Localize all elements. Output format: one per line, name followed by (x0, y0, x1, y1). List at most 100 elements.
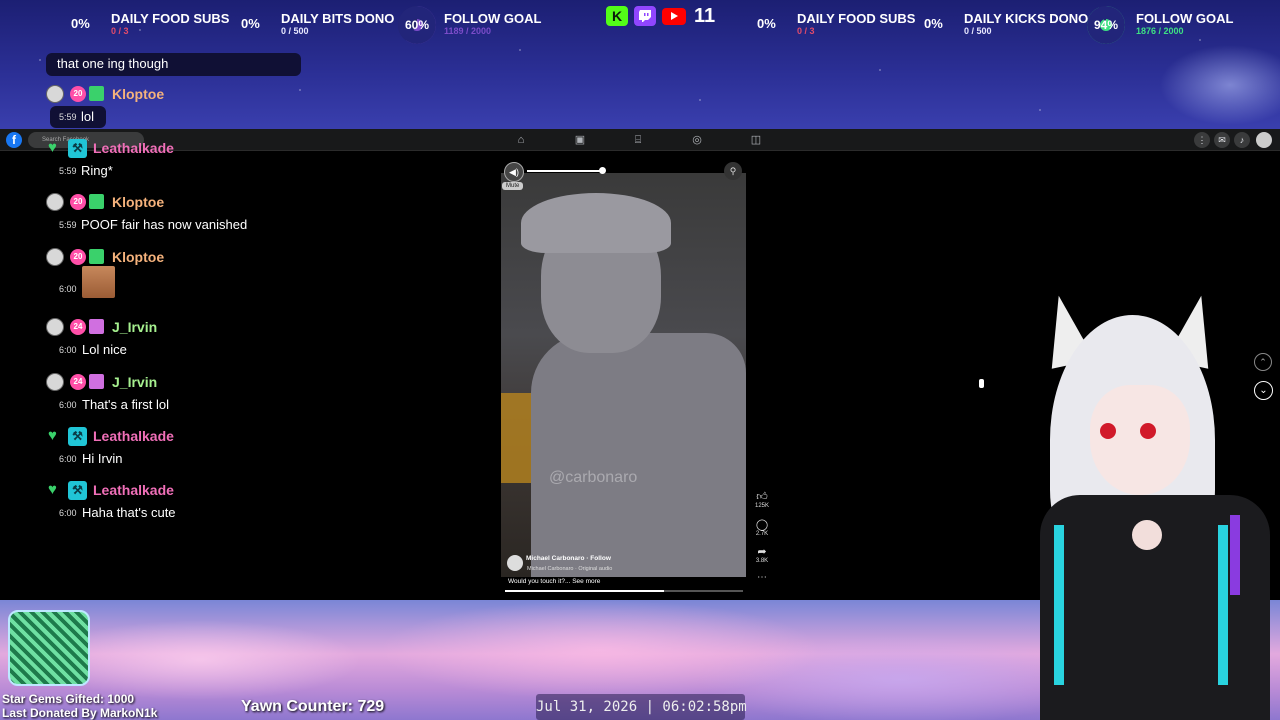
avatar-face (1090, 385, 1190, 495)
user-avatar (46, 248, 64, 266)
groups-icon[interactable]: ◎ (690, 133, 704, 147)
comment-count: 2.7K (755, 531, 769, 537)
sub-badge: 24 (70, 319, 86, 335)
gems-gifted: Star Gems Gifted: 1000 (2, 692, 135, 706)
volume-slider-handle[interactable] (599, 167, 606, 174)
volume-slider[interactable] (527, 170, 603, 172)
more-options-icon[interactable]: ⋯ (757, 572, 767, 583)
gem-jar-icon (8, 610, 90, 686)
chat-message: 24 J_Irvin 6:00 That's a first lol (46, 373, 446, 421)
chat-username[interactable]: Leathalkade (93, 428, 174, 444)
user-avatar (46, 318, 64, 336)
chat-text: lol (81, 109, 95, 124)
search-icon[interactable]: ⚲ (724, 162, 742, 180)
facebook-logo-icon[interactable]: f (6, 132, 22, 148)
goal-name: DAILY KICKS DONO (964, 11, 1089, 26)
goal-percent: 60% (404, 18, 430, 32)
user-avatar (46, 373, 64, 391)
like-button[interactable]: 👍︎ 125K (755, 490, 769, 509)
goal-progress-text: 0 / 3 (111, 26, 129, 36)
user-avatar (46, 193, 64, 211)
chat-message: 20 Kloptoe 5:59 POOF fair has now vanish… (46, 193, 446, 241)
reel-caption[interactable]: Would you touch it?... See more (508, 578, 600, 585)
moderator-icon: ⚒ (68, 427, 87, 446)
goal-percent: 0% (241, 16, 260, 31)
video-icon[interactable]: ▣ (573, 133, 587, 147)
gift-icon (89, 194, 104, 209)
goal-daily-bits-dono: 0% DAILY BITS DONO 0 / 500 (241, 8, 401, 40)
chat-username[interactable]: J_Irvin (112, 374, 157, 390)
chat-text: Haha that's cute (82, 505, 176, 520)
chat-username[interactable]: J_Irvin (112, 319, 157, 335)
goal-progress-ring: 60% (398, 6, 436, 44)
follow-link[interactable]: Follow (590, 555, 611, 562)
chat-text: Lol nice (82, 342, 127, 357)
chat-username[interactable]: Leathalkade (93, 140, 174, 156)
like-icon: 👍︎ (756, 491, 768, 503)
chat-timestamp: 6:00 (59, 345, 77, 355)
volume-icon[interactable]: ◀) (504, 162, 524, 182)
reel-progress-fill (505, 590, 665, 592)
chat-message: 24 J_Irvin 6:00 Lol nice (46, 318, 446, 366)
goal-percent: 0% (924, 16, 943, 31)
mute-tooltip: Mute (502, 182, 524, 190)
chat-timestamp: 6:00 (59, 400, 77, 410)
goal-percent: 94% (1093, 18, 1119, 32)
marketplace-icon[interactable]: ⌸ (631, 133, 645, 147)
gift-icon (89, 319, 104, 334)
yawn-counter: Yawn Counter: 729 (241, 698, 385, 715)
reel-progress-bar[interactable] (505, 590, 743, 592)
comment-icon: ◯ (755, 519, 769, 531)
avatar-jacket-stripe (1218, 525, 1228, 685)
goal-name: DAILY FOOD SUBS (797, 11, 916, 26)
cloud-decoration (1140, 40, 1280, 130)
menu-grid-icon[interactable]: ⋮ (1194, 132, 1210, 148)
share-button[interactable]: ➦ 3.8K (755, 545, 769, 564)
goal-progress-text: 0 / 500 (281, 26, 309, 36)
sub-badge: 24 (70, 374, 86, 390)
reel-audio[interactable]: Michael Carbonaro · Original audio (527, 566, 612, 572)
twitch-icon (634, 6, 656, 26)
goal-progress-ring: 94% (1087, 6, 1125, 44)
user-avatar (46, 85, 64, 103)
gift-icon (89, 86, 104, 101)
platform-badges: K 11 (606, 4, 715, 28)
chat-message: ♥ ⚒ Leathalkade 5:59 Ring* (46, 139, 446, 187)
comment-button[interactable]: ◯ 2.7K (755, 518, 769, 537)
profile-avatar[interactable] (1256, 132, 1272, 148)
gaming-icon[interactable]: ◫ (749, 133, 763, 147)
kick-icon: K (606, 6, 628, 26)
chat-message: 20 Kloptoe 5:59 lol (46, 85, 446, 133)
chat-text: That's a first lol (82, 397, 170, 412)
reel-author[interactable]: Michael Carbonaro · Follow (508, 555, 611, 562)
messenger-icon[interactable]: ✉ (1214, 132, 1230, 148)
reel-video[interactable]: @carbonaro (501, 173, 746, 577)
youtube-icon (662, 7, 686, 25)
chat-username[interactable]: Kloptoe (112, 86, 164, 102)
previous-message-text: that one ing though (57, 56, 169, 71)
goal-name: DAILY FOOD SUBS (111, 11, 230, 26)
reel-player[interactable]: @carbonaro ◀) Mute ⚲ 👍︎ 125K ◯ 2.7K ➦ 3.8K … (501, 158, 769, 595)
avatar-eye-left (1100, 423, 1116, 439)
goal-progress-text: 0 / 500 (964, 26, 992, 36)
goal-daily-food-subs-right: 0% DAILY FOOD SUBS 0 / 3 (757, 8, 917, 40)
chat-timestamp: 5:59 (59, 166, 77, 176)
statue-cap (521, 193, 671, 253)
statue-body (531, 333, 746, 577)
chat-username[interactable]: Kloptoe (112, 194, 164, 210)
notifications-bell-icon[interactable]: ♪ (1234, 132, 1250, 148)
chat-username[interactable]: Leathalkade (93, 482, 174, 498)
viewer-count: 11 (694, 4, 716, 27)
chat-message: 20 Kloptoe 6:00 (46, 248, 446, 298)
avatar-eye-right (1140, 423, 1156, 439)
avatar-hand (1132, 520, 1162, 550)
home-icon[interactable]: ⌂ (514, 133, 528, 147)
goal-progress-text: 1189 / 2000 (444, 26, 492, 36)
chat-timestamp: 5:59 (59, 112, 77, 122)
author-name[interactable]: Michael Carbonaro (526, 555, 585, 562)
goal-name: FOLLOW GOAL (444, 11, 542, 26)
chat-message: ♥ ⚒ Leathalkade 6:00 Hi Irvin (46, 427, 446, 475)
chat-username[interactable]: Kloptoe (112, 249, 164, 265)
chat-timestamp: 5:59 (59, 220, 77, 230)
avatar-jacket-stripe (1054, 525, 1064, 685)
